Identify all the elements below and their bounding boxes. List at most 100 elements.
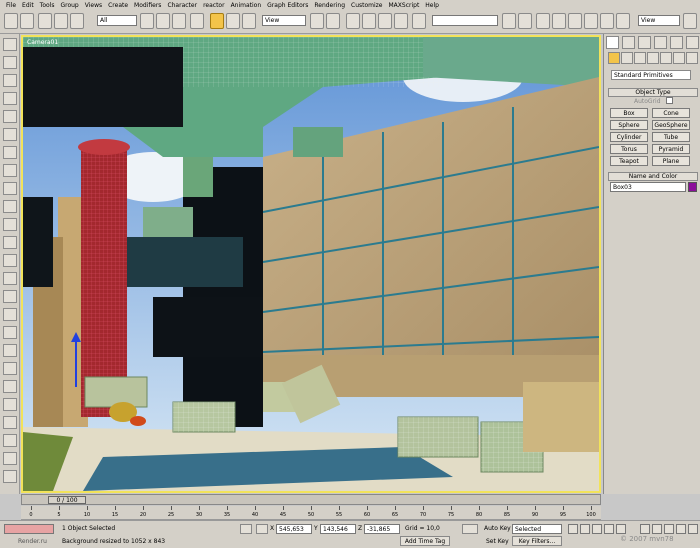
- undo-icon[interactable]: [4, 13, 18, 29]
- mirror-icon[interactable]: [502, 13, 516, 29]
- play-icon[interactable]: [592, 524, 602, 534]
- sphere-button[interactable]: Sphere: [610, 120, 648, 130]
- select-scale-icon[interactable]: [242, 13, 256, 29]
- add-time-tag-button[interactable]: Add Time Tag: [400, 536, 450, 546]
- viewport-label[interactable]: Camera01: [27, 39, 58, 46]
- left-tool-icon-9[interactable]: [3, 182, 17, 195]
- material-editor-icon[interactable]: [584, 13, 598, 29]
- angle-snap-icon[interactable]: [362, 13, 376, 29]
- menu-help[interactable]: Help: [425, 2, 439, 9]
- primitive-category-dropdown[interactable]: Standard Primitives: [611, 70, 691, 80]
- tube-button[interactable]: Tube: [652, 132, 690, 142]
- object-color-swatch[interactable]: [688, 182, 697, 192]
- camera-viewport[interactable]: Camera01: [21, 35, 601, 493]
- left-tool-icon-8[interactable]: [3, 164, 17, 177]
- menu-customize[interactable]: Customize: [351, 2, 383, 9]
- zoom-icon[interactable]: [640, 524, 650, 534]
- lights-icon[interactable]: [634, 52, 646, 64]
- set-key-label[interactable]: Set Key: [486, 538, 509, 545]
- align-icon[interactable]: [518, 13, 532, 29]
- percent-snap-icon[interactable]: [378, 13, 392, 29]
- plane-button[interactable]: Plane: [652, 156, 690, 166]
- pan-icon[interactable]: [676, 524, 686, 534]
- reference-coord-dropdown[interactable]: View: [262, 15, 306, 26]
- menu-maxscript[interactable]: MAXScript: [389, 2, 420, 9]
- left-tool-icon-15[interactable]: [3, 290, 17, 303]
- auto-key-label[interactable]: Auto Key: [484, 525, 511, 532]
- space-warps-icon[interactable]: [673, 52, 685, 64]
- menu-animation[interactable]: Animation: [231, 2, 262, 9]
- select-by-name-icon[interactable]: [156, 13, 170, 29]
- menu-edit[interactable]: Edit: [22, 2, 34, 9]
- object-name-field[interactable]: Box03: [610, 182, 686, 192]
- name-and-color-rollout[interactable]: Name and Color: [608, 172, 698, 181]
- utilities-tab-icon[interactable]: [686, 36, 699, 49]
- left-tool-icon-19[interactable]: [3, 362, 17, 375]
- cameras-icon[interactable]: [647, 52, 659, 64]
- select-object-icon[interactable]: [140, 13, 154, 29]
- zoom-all-icon[interactable]: [652, 524, 662, 534]
- cylinder-button[interactable]: Cylinder: [610, 132, 648, 142]
- display-tab-icon[interactable]: [670, 36, 683, 49]
- redo-icon[interactable]: [20, 13, 34, 29]
- menu-reactor[interactable]: reactor: [203, 2, 225, 9]
- autogrid-checkbox[interactable]: [666, 97, 673, 104]
- geosphere-button[interactable]: GeoSphere: [652, 120, 690, 130]
- torus-button[interactable]: Torus: [610, 144, 648, 154]
- maxscript-listener[interactable]: [4, 524, 54, 534]
- quick-render-icon[interactable]: [616, 13, 630, 29]
- previous-frame-icon[interactable]: [580, 524, 590, 534]
- window-crossing-icon[interactable]: [190, 13, 204, 29]
- time-slider[interactable]: 0 / 100: [21, 494, 601, 505]
- rect-select-region-icon[interactable]: [172, 13, 186, 29]
- left-tool-icon-10[interactable]: [3, 200, 17, 213]
- object-type-rollout[interactable]: Object Type: [608, 88, 698, 97]
- render-type-dropdown[interactable]: View: [638, 15, 680, 26]
- next-frame-icon[interactable]: [604, 524, 614, 534]
- left-tool-icon-13[interactable]: [3, 254, 17, 267]
- left-tool-icon-17[interactable]: [3, 326, 17, 339]
- menu-graph-editors[interactable]: Graph Editors: [267, 2, 308, 9]
- orbit-icon[interactable]: [688, 524, 698, 534]
- menu-rendering[interactable]: Rendering: [314, 2, 345, 9]
- shapes-icon[interactable]: [621, 52, 633, 64]
- teapot-button[interactable]: Teapot: [610, 156, 648, 166]
- menu-modifiers[interactable]: Modifiers: [134, 2, 161, 9]
- create-tab-icon[interactable]: [606, 36, 619, 49]
- left-tool-icon-2[interactable]: [3, 56, 17, 69]
- left-tool-icon-3[interactable]: [3, 74, 17, 87]
- box-button[interactable]: Box: [610, 108, 648, 118]
- track-bar[interactable]: 0 5 10 15 20 25 30 35 40 45 50 55 60 65 70 75 80 85 90 95 10…: [21, 506, 601, 520]
- motion-tab-icon[interactable]: [654, 36, 667, 49]
- menu-views[interactable]: Views: [85, 2, 102, 9]
- left-tool-icon-22[interactable]: [3, 416, 17, 429]
- left-tool-icon-18[interactable]: [3, 344, 17, 357]
- spinner-snap-icon[interactable]: [394, 13, 408, 29]
- left-tool-icon-20[interactable]: [3, 380, 17, 393]
- named-selection-sets-dropdown[interactable]: [432, 15, 498, 26]
- key-filters-button[interactable]: Key Filters...: [512, 536, 562, 546]
- systems-icon[interactable]: [686, 52, 698, 64]
- menu-group[interactable]: Group: [60, 2, 78, 9]
- helpers-icon[interactable]: [660, 52, 672, 64]
- render-scene-icon[interactable]: [600, 13, 614, 29]
- y-coord-field[interactable]: 143,546: [320, 524, 356, 534]
- menu-character[interactable]: Character: [167, 2, 197, 9]
- absolute-mode-icon[interactable]: [256, 524, 268, 534]
- go-to-start-icon[interactable]: [568, 524, 578, 534]
- render-last-icon[interactable]: [683, 13, 697, 29]
- z-coord-field[interactable]: -31,865: [364, 524, 400, 534]
- field-of-view-icon[interactable]: [664, 524, 674, 534]
- set-key-icon[interactable]: [462, 524, 478, 534]
- left-tool-icon-7[interactable]: [3, 146, 17, 159]
- left-tool-icon-25[interactable]: [3, 470, 17, 483]
- menu-create[interactable]: Create: [108, 2, 128, 9]
- left-tool-icon-4[interactable]: [3, 92, 17, 105]
- left-tool-icon-24[interactable]: [3, 452, 17, 465]
- select-manipulate-icon[interactable]: [326, 13, 340, 29]
- geometry-icon[interactable]: [608, 52, 620, 64]
- left-tool-icon-12[interactable]: [3, 236, 17, 249]
- schematic-view-icon[interactable]: [568, 13, 582, 29]
- left-tool-icon-6[interactable]: [3, 128, 17, 141]
- left-tool-icon-1[interactable]: [3, 38, 17, 51]
